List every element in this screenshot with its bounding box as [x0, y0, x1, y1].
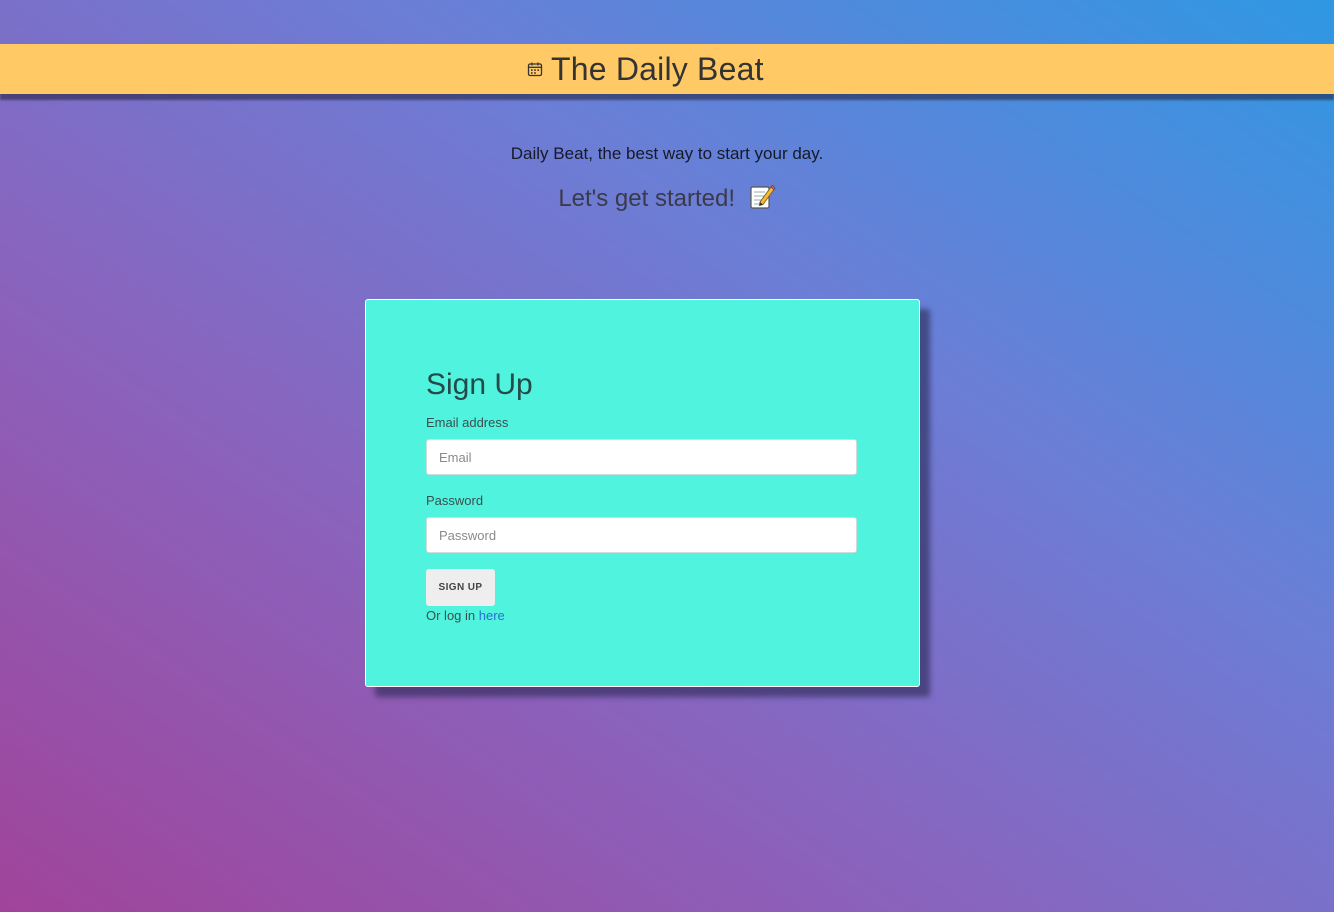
login-prefix-text: Or log in — [426, 608, 476, 623]
password-field[interactable] — [426, 517, 857, 553]
top-header: The Daily Beat — [0, 44, 1334, 94]
memo-icon — [748, 183, 776, 218]
signup-button[interactable]: SIGN UP — [426, 569, 495, 606]
email-label: Email address — [426, 415, 509, 430]
tagline: Daily Beat, the best way to start your d… — [510, 144, 824, 163]
login-link[interactable]: here — [479, 608, 505, 623]
site-title: The Daily Beat — [551, 50, 764, 87]
signup-title: Sign Up — [426, 368, 533, 401]
email-field[interactable] — [426, 439, 857, 475]
login-prompt: Or log in here — [426, 608, 505, 623]
cta-heading: Let's get started! — [0, 183, 1334, 218]
header-brand: The Daily Beat — [527, 50, 764, 88]
signup-card: Sign Up Email address Password SIGN UP O… — [365, 299, 920, 687]
cta-text: Let's get started! — [558, 185, 735, 212]
calendar-icon — [527, 61, 543, 77]
password-label: Password — [426, 493, 484, 508]
